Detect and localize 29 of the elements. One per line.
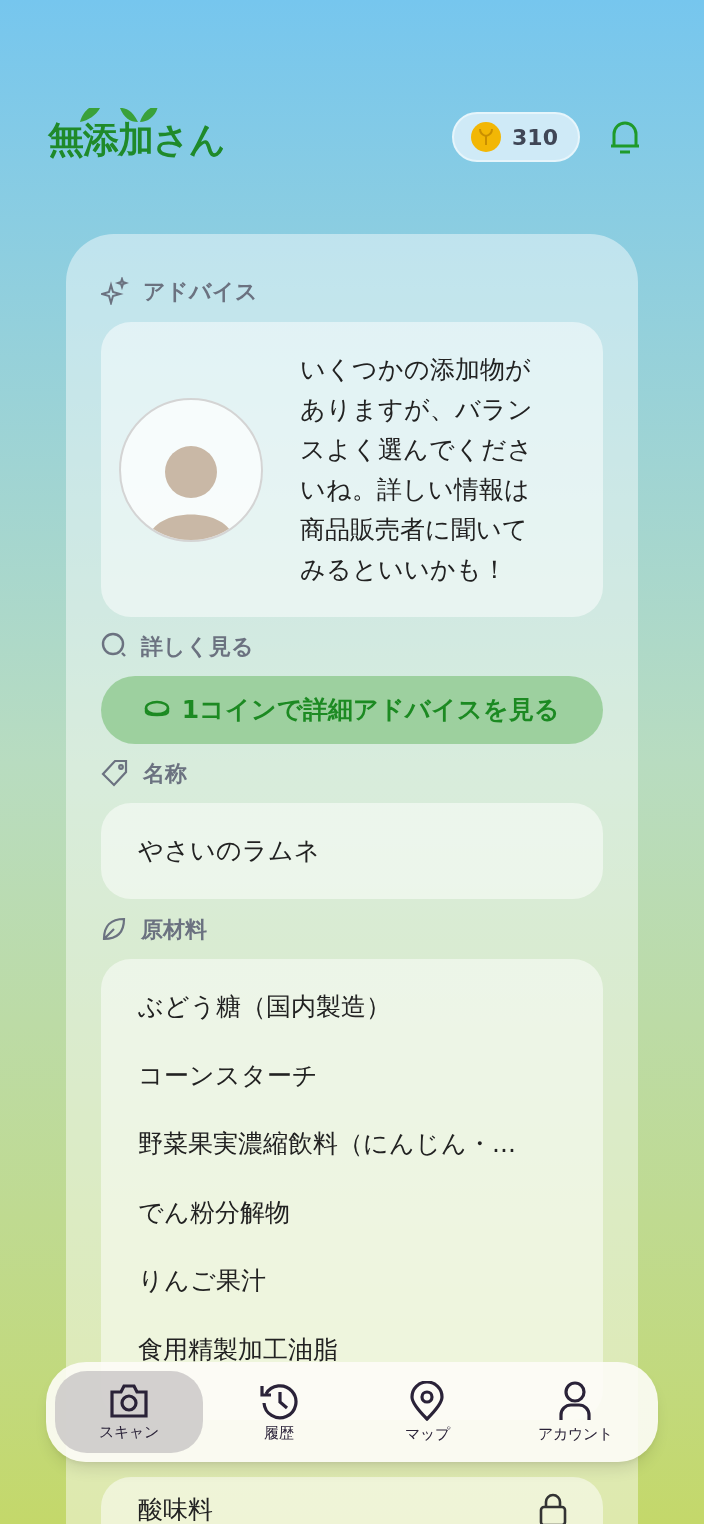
logo: 無添加さん	[48, 122, 226, 158]
ingredient-item: 食用精製加工油脂	[138, 1333, 339, 1366]
ingredient-item: ぶどう糖（国内製造）	[138, 991, 392, 1023]
section-heading: アドバイス	[143, 277, 258, 306]
ingredient-item: でん粉分解物	[138, 1196, 291, 1229]
map-pin-icon	[409, 1381, 445, 1421]
advice-message: いくつかの添加物がありますが、バランスよく選んでくださいね。詳しい情報は商品販売者に聞いてみるといいかも！	[300, 353, 534, 586]
camera-icon	[109, 1383, 149, 1419]
coin-icon	[470, 121, 503, 153]
ingredient-item: りんご果汁	[138, 1265, 267, 1297]
section-heading: 詳しく見る	[141, 632, 254, 661]
nav-tab[interactable]: マップ	[353, 1371, 501, 1453]
person-icon	[558, 1381, 592, 1421]
ingredient-item: コーンスターチ	[138, 1059, 319, 1092]
ingredient-item: 野菜果実濃縮飲料（にんじん・...	[138, 1128, 517, 1160]
sparkle-icon	[101, 277, 129, 305]
leaf-icon	[101, 916, 127, 942]
nav-tab[interactable]: アカウント	[501, 1371, 649, 1453]
product-name: やさいのラムネ	[138, 835, 320, 868]
coin-count: 310	[512, 123, 558, 152]
bell-icon[interactable]	[608, 119, 642, 155]
section-heading: 名称	[143, 759, 187, 788]
coin-balance[interactable]: 310	[452, 112, 580, 162]
section-heading: 原材料	[141, 915, 207, 944]
nav-tab[interactable]: スキャン	[55, 1371, 203, 1453]
additive-item: 酸味料	[138, 1494, 213, 1524]
nav-tab[interactable]: 履歴	[205, 1371, 353, 1453]
history-icon	[259, 1382, 299, 1420]
tag-icon	[101, 759, 129, 787]
